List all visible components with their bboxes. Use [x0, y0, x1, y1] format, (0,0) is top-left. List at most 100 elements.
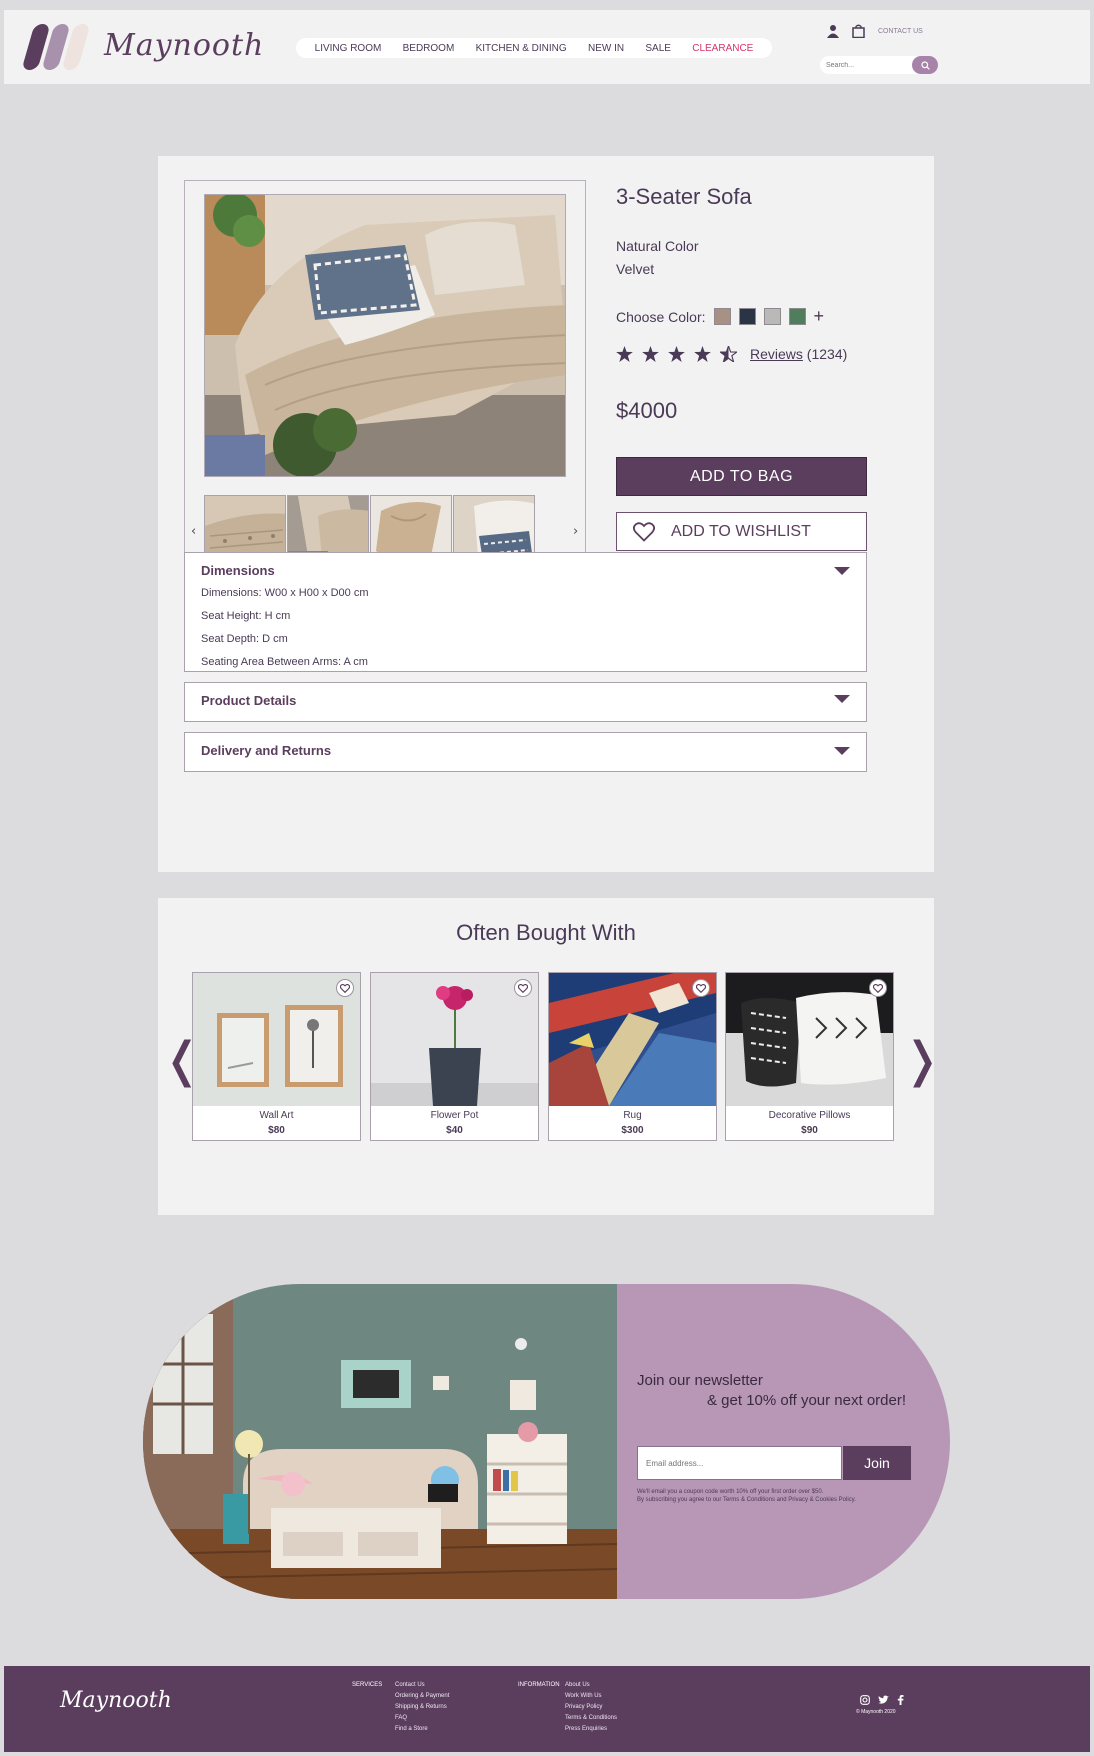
footer-brand-logo[interactable]: Maynooth [60, 1688, 172, 1713]
star-icon [616, 346, 633, 362]
search-input[interactable] [826, 59, 910, 71]
newsletter-fineprint: We'll email you a coupon code worth 10% … [637, 1489, 824, 1495]
product-color-name: Natural Color [616, 238, 699, 254]
footer-social-links [860, 1695, 904, 1705]
add-to-wishlist-label: ADD TO WISHLIST [671, 522, 811, 540]
accordion-delivery-returns[interactable]: Delivery and Returns [184, 732, 867, 772]
footer-link[interactable]: About Us [565, 1682, 590, 1688]
accordion-product-details-title: Product Details [201, 693, 297, 708]
wishlist-heart-icon[interactable] [869, 979, 887, 997]
related-product-card[interactable]: Flower Pot $40 [370, 972, 539, 1141]
twitter-icon[interactable] [878, 1695, 889, 1705]
color-chooser: Choose Color: + [616, 306, 824, 327]
related-product-image[interactable] [549, 973, 716, 1106]
related-product-price: $300 [621, 1125, 644, 1136]
footer-link[interactable]: Contact Us [395, 1682, 425, 1688]
add-to-bag-button[interactable]: ADD TO BAG [616, 457, 867, 496]
dimension-line: Dimensions: W00 x H00 x D00 cm [201, 587, 369, 599]
wishlist-heart-icon[interactable] [336, 979, 354, 997]
rating-row: Reviews (1234) [616, 346, 847, 362]
reviews-link[interactable]: Reviews [750, 346, 803, 362]
footer-link[interactable]: FAQ [395, 1715, 407, 1721]
brand-logo-text[interactable]: Maynooth [104, 28, 264, 63]
footer-link[interactable]: Find a Store [395, 1726, 428, 1732]
nav-bedroom[interactable]: BEDROOM [403, 43, 455, 54]
related-product-price: $90 [801, 1125, 818, 1136]
newsletter-email-input[interactable] [638, 1447, 841, 1479]
accordion-delivery-title: Delivery and Returns [201, 743, 332, 758]
wishlist-heart-icon[interactable] [514, 979, 532, 997]
nav-sale[interactable]: SALE [645, 43, 671, 54]
half-star-icon [720, 346, 737, 362]
dimension-line: Seat Height: H cm [201, 610, 291, 622]
product-title: 3-Seater Sofa [616, 184, 752, 209]
color-swatch-navy[interactable] [738, 308, 756, 325]
living-room-photo [143, 1284, 617, 1599]
caret-down-icon[interactable] [834, 567, 850, 575]
accordion-dimensions-title: Dimensions [201, 563, 275, 578]
bag-icon[interactable] [852, 24, 865, 38]
contact-us-link[interactable]: CONTACT US [878, 28, 923, 35]
star-icon [668, 346, 685, 362]
footer-link[interactable]: Ordering & Payment [395, 1693, 449, 1699]
color-swatch-green[interactable] [788, 308, 806, 325]
add-to-wishlist-button[interactable]: ADD TO WISHLIST [616, 512, 867, 551]
more-colors-button[interactable]: + [814, 306, 825, 327]
newsletter-join-button[interactable]: Join [843, 1446, 911, 1480]
caret-down-icon[interactable] [834, 695, 850, 703]
color-swatch-natural[interactable] [713, 308, 731, 325]
related-product-name: Flower Pot [430, 1110, 479, 1121]
instagram-icon[interactable] [860, 1695, 870, 1705]
color-swatch-grey[interactable] [763, 308, 781, 325]
accordion-product-details[interactable]: Product Details [184, 682, 867, 722]
related-product-card[interactable]: Wall Art $80 [192, 972, 361, 1141]
caret-down-icon[interactable] [834, 747, 850, 755]
accordion-dimensions[interactable]: Dimensions Dimensions: W00 x H00 x D00 c… [184, 552, 867, 672]
reviews-summary: Reviews (1234) [750, 346, 847, 362]
user-icon[interactable] [826, 24, 840, 38]
newsletter-heading: Join our newsletter [637, 1372, 763, 1389]
dimension-line: Seat Depth: D cm [201, 633, 288, 645]
footer-link[interactable]: Work With Us [565, 1693, 602, 1699]
main-nav: LIVING ROOM BEDROOM KITCHEN & DINING NEW… [296, 38, 772, 58]
nav-kitchen-dining[interactable]: KITCHEN & DINING [476, 43, 567, 54]
newsletter-banner: Join our newsletter & get 10% off your n… [143, 1284, 950, 1599]
carousel-next-arrow[interactable]: ❭ [902, 1032, 942, 1088]
choose-color-label: Choose Color: [616, 308, 706, 325]
product-card: ‹ › 3-Seater Sofa Natural Color Velvet C… [158, 156, 934, 872]
related-product-image[interactable] [193, 973, 360, 1106]
newsletter-email-box [637, 1446, 842, 1480]
site-header: Maynooth LIVING ROOM BEDROOM KITCHEN & D… [4, 10, 1090, 84]
gallery-next-arrow[interactable]: › [573, 524, 578, 539]
related-product-name: Wall Art [259, 1110, 294, 1121]
related-product-image[interactable] [726, 973, 893, 1106]
gallery-prev-arrow[interactable]: ‹ [191, 524, 196, 539]
nav-new-in[interactable]: NEW IN [588, 43, 624, 54]
often-bought-title: Often Bought With [456, 920, 636, 945]
related-product-image[interactable] [371, 973, 538, 1106]
search-button[interactable] [912, 56, 938, 74]
related-product-name: Decorative Pillows [768, 1110, 851, 1121]
main-product-image[interactable] [204, 194, 566, 477]
footer-services-heading: SERVICES [352, 1682, 383, 1688]
footer-link[interactable]: Privacy Policy [565, 1704, 602, 1710]
nav-living-room[interactable]: LIVING ROOM [315, 43, 382, 54]
nav-clearance[interactable]: CLEARANCE [692, 43, 753, 54]
site-footer: Maynooth SERVICES Contact Us Ordering & … [4, 1666, 1090, 1752]
related-product-card[interactable]: Decorative Pillows $90 [725, 972, 894, 1141]
logo-mark-icon[interactable] [21, 24, 92, 70]
product-price: $4000 [616, 398, 678, 423]
star-icon [642, 346, 659, 362]
facebook-icon[interactable] [897, 1695, 904, 1705]
related-product-card[interactable]: Rug $300 [548, 972, 717, 1141]
dimension-line: Seating Area Between Arms: A cm [201, 656, 368, 668]
wishlist-heart-icon[interactable] [692, 979, 710, 997]
newsletter-fineprint: By subscribing you agree to our Terms & … [637, 1497, 856, 1503]
related-product-price: $40 [446, 1125, 463, 1136]
footer-link[interactable]: Terms & Conditions [565, 1715, 617, 1721]
footer-link[interactable]: Shipping & Returns [395, 1704, 447, 1710]
often-bought-section: Often Bought With ❬ Wall Art $80 Flower … [158, 898, 942, 1215]
footer-link[interactable]: Press Enquiries [565, 1726, 607, 1732]
search-icon [920, 60, 930, 70]
footer-copyright: © Maynooth 2020 [856, 1709, 896, 1715]
